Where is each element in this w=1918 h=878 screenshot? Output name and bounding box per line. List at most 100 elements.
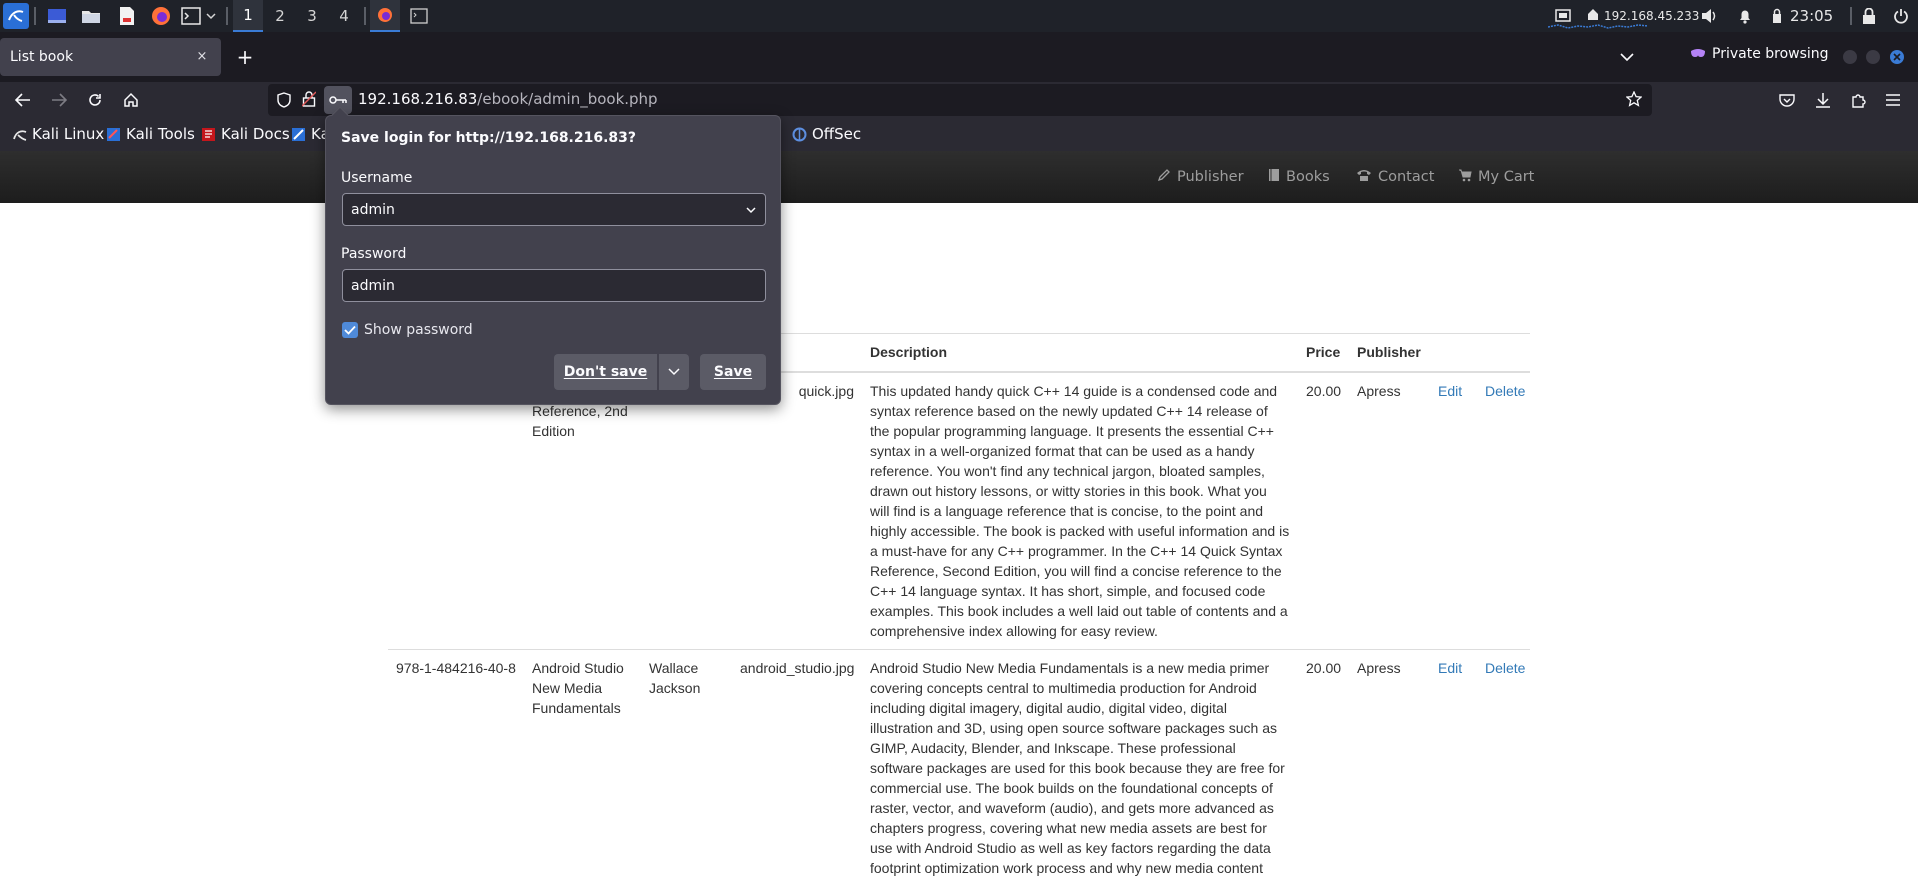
notification-bell-icon[interactable]	[1734, 5, 1756, 27]
maximize-window-button[interactable]	[1866, 50, 1880, 64]
hamburger-menu-icon	[1886, 94, 1900, 106]
puzzle-icon	[1852, 94, 1866, 108]
navigation-toolbar: 192.168.216.83/ebook/admin_book.php	[0, 82, 1918, 118]
edit-link[interactable]: Edit	[1438, 660, 1462, 676]
header-delete	[1477, 333, 1530, 373]
bookmark-kali-docs[interactable]: Kali Docs	[201, 125, 290, 143]
pocket-button[interactable]	[1774, 87, 1800, 113]
forward-button[interactable]	[46, 87, 72, 113]
workspace-4[interactable]: 4	[329, 0, 359, 32]
bookmark-kali-linux[interactable]: Kali Linux	[12, 125, 104, 143]
bookmark-kali-tools[interactable]: Kali Tools	[106, 125, 195, 143]
table-row: 978-1-484216-40-8 Android Studio New Med…	[388, 648, 1530, 878]
cell-isbn	[388, 371, 524, 649]
cell-title: Syntax Reference, 2nd Edition	[524, 371, 641, 649]
network-icon	[1586, 7, 1600, 25]
username-label: Username	[341, 170, 413, 186]
dont-save-label: Don't save	[563, 364, 648, 380]
new-tab-button[interactable]: +	[232, 44, 258, 70]
network-indicator[interactable]: 192.168.45.233	[1586, 0, 1699, 32]
insecure-lock-icon[interactable]	[301, 91, 317, 111]
pencil-icon	[1157, 168, 1171, 186]
dont-save-menu-button[interactable]	[659, 354, 689, 390]
password-field[interactable]: admin	[342, 269, 766, 302]
cell-delete: Delete	[1477, 371, 1530, 649]
dialog-title: Save login for http://192.168.216.83?	[341, 130, 637, 146]
cell-price: 20.00	[1298, 648, 1349, 878]
tracking-shield-icon[interactable]	[276, 92, 292, 112]
nav-link-label: Contact	[1378, 169, 1435, 185]
url-host: 192.168.216.83	[358, 90, 478, 108]
panel-separator	[1850, 7, 1852, 25]
power-icon[interactable]	[1890, 5, 1912, 27]
taskbar-firefox-window[interactable]	[370, 0, 400, 32]
nav-link-publisher[interactable]: Publisher	[1157, 168, 1244, 186]
downloads-button[interactable]	[1810, 87, 1836, 113]
bookmark-label: Kali Docs	[221, 125, 290, 143]
taskbar-terminal-window-icon[interactable]	[408, 5, 430, 27]
back-button[interactable]	[10, 87, 36, 113]
bookmark-label: OffSec	[812, 125, 862, 143]
save-button[interactable]: Save	[700, 354, 766, 390]
edit-link[interactable]: Edit	[1438, 383, 1462, 399]
close-icon[interactable]: ×	[193, 47, 211, 65]
delete-link[interactable]: Delete	[1485, 383, 1525, 399]
cell-image: quick.jpg	[732, 371, 862, 649]
header-edit	[1430, 333, 1477, 373]
workspace-1[interactable]: 1	[233, 0, 263, 32]
cell-edit: Edit	[1430, 648, 1477, 878]
app-menu-button[interactable]	[1880, 87, 1906, 113]
firefox-launcher-icon[interactable]	[150, 5, 172, 27]
show-password-option[interactable]: Show password	[342, 322, 473, 338]
url-text[interactable]: 192.168.216.83/ebook/admin_book.php	[358, 90, 658, 108]
book-list-table: Description Price Publisher Syntax Refer…	[388, 333, 1530, 878]
cell-title: Android Studio New Media Fundamentals	[524, 648, 641, 878]
battery-lock-icon[interactable]	[1766, 5, 1788, 27]
username-value: admin	[351, 201, 395, 218]
kali-tools-icon	[106, 127, 121, 142]
close-window-button[interactable]	[1890, 50, 1904, 64]
cell-publisher: Apress	[1349, 648, 1430, 878]
back-arrow-icon	[15, 93, 30, 107]
file-manager-icon[interactable]	[80, 5, 102, 27]
cell-description: Android Studio New Media Fundamentals is…	[862, 648, 1298, 878]
lock-screen-icon[interactable]	[1858, 5, 1880, 27]
kali-menu-icon[interactable]	[3, 3, 29, 29]
list-all-tabs-chevron-icon[interactable]	[1615, 44, 1639, 70]
chevron-down-icon[interactable]	[743, 202, 759, 218]
dont-save-button[interactable]: Don't save	[554, 354, 657, 390]
delete-link[interactable]: Delete	[1485, 660, 1525, 676]
volume-icon[interactable]	[1698, 5, 1720, 27]
pocket-icon	[1779, 94, 1795, 107]
nav-link-books[interactable]: Books	[1268, 168, 1330, 186]
header-publisher: Publisher	[1349, 333, 1430, 373]
chevron-down-icon[interactable]	[204, 5, 218, 27]
minimize-window-button[interactable]	[1843, 50, 1857, 64]
bookmark-offsec[interactable]: OffSec	[792, 125, 861, 143]
show-desktop-icon[interactable]	[46, 5, 68, 27]
tab-list-book[interactable]: List book ×	[0, 38, 221, 76]
display-icon[interactable]	[1552, 5, 1574, 27]
browser-tab-strip: List book × + Private browsing	[0, 32, 1918, 82]
cell-author: Olsson	[641, 371, 732, 649]
workspace-3[interactable]: 3	[297, 0, 327, 32]
bookmark-star-icon[interactable]	[1625, 90, 1643, 111]
nav-link-label: My Cart	[1478, 169, 1535, 185]
terminal-launcher-icon[interactable]	[180, 5, 202, 27]
home-button[interactable]	[118, 87, 144, 113]
workspace-2[interactable]: 2	[265, 0, 295, 32]
nav-link-contact[interactable]: Contact	[1356, 168, 1434, 186]
show-password-checkbox[interactable]	[342, 322, 358, 338]
extensions-button[interactable]	[1846, 87, 1872, 113]
reload-button[interactable]	[82, 87, 108, 113]
show-password-label: Show password	[364, 322, 473, 338]
url-bar[interactable]: 192.168.216.83/ebook/admin_book.php	[268, 84, 1652, 116]
site-navbar: Publisher Books Contact My Cart	[0, 151, 1918, 203]
cell-price: 20.00	[1298, 371, 1349, 649]
username-field[interactable]: admin	[342, 193, 766, 226]
checkmark-icon	[344, 325, 356, 335]
bookmark-kali-forums[interactable]: Ka	[291, 125, 330, 143]
nav-link-my-cart[interactable]: My Cart	[1458, 168, 1534, 186]
clock[interactable]: 23:05	[1790, 0, 1833, 32]
text-editor-icon[interactable]	[116, 5, 138, 27]
